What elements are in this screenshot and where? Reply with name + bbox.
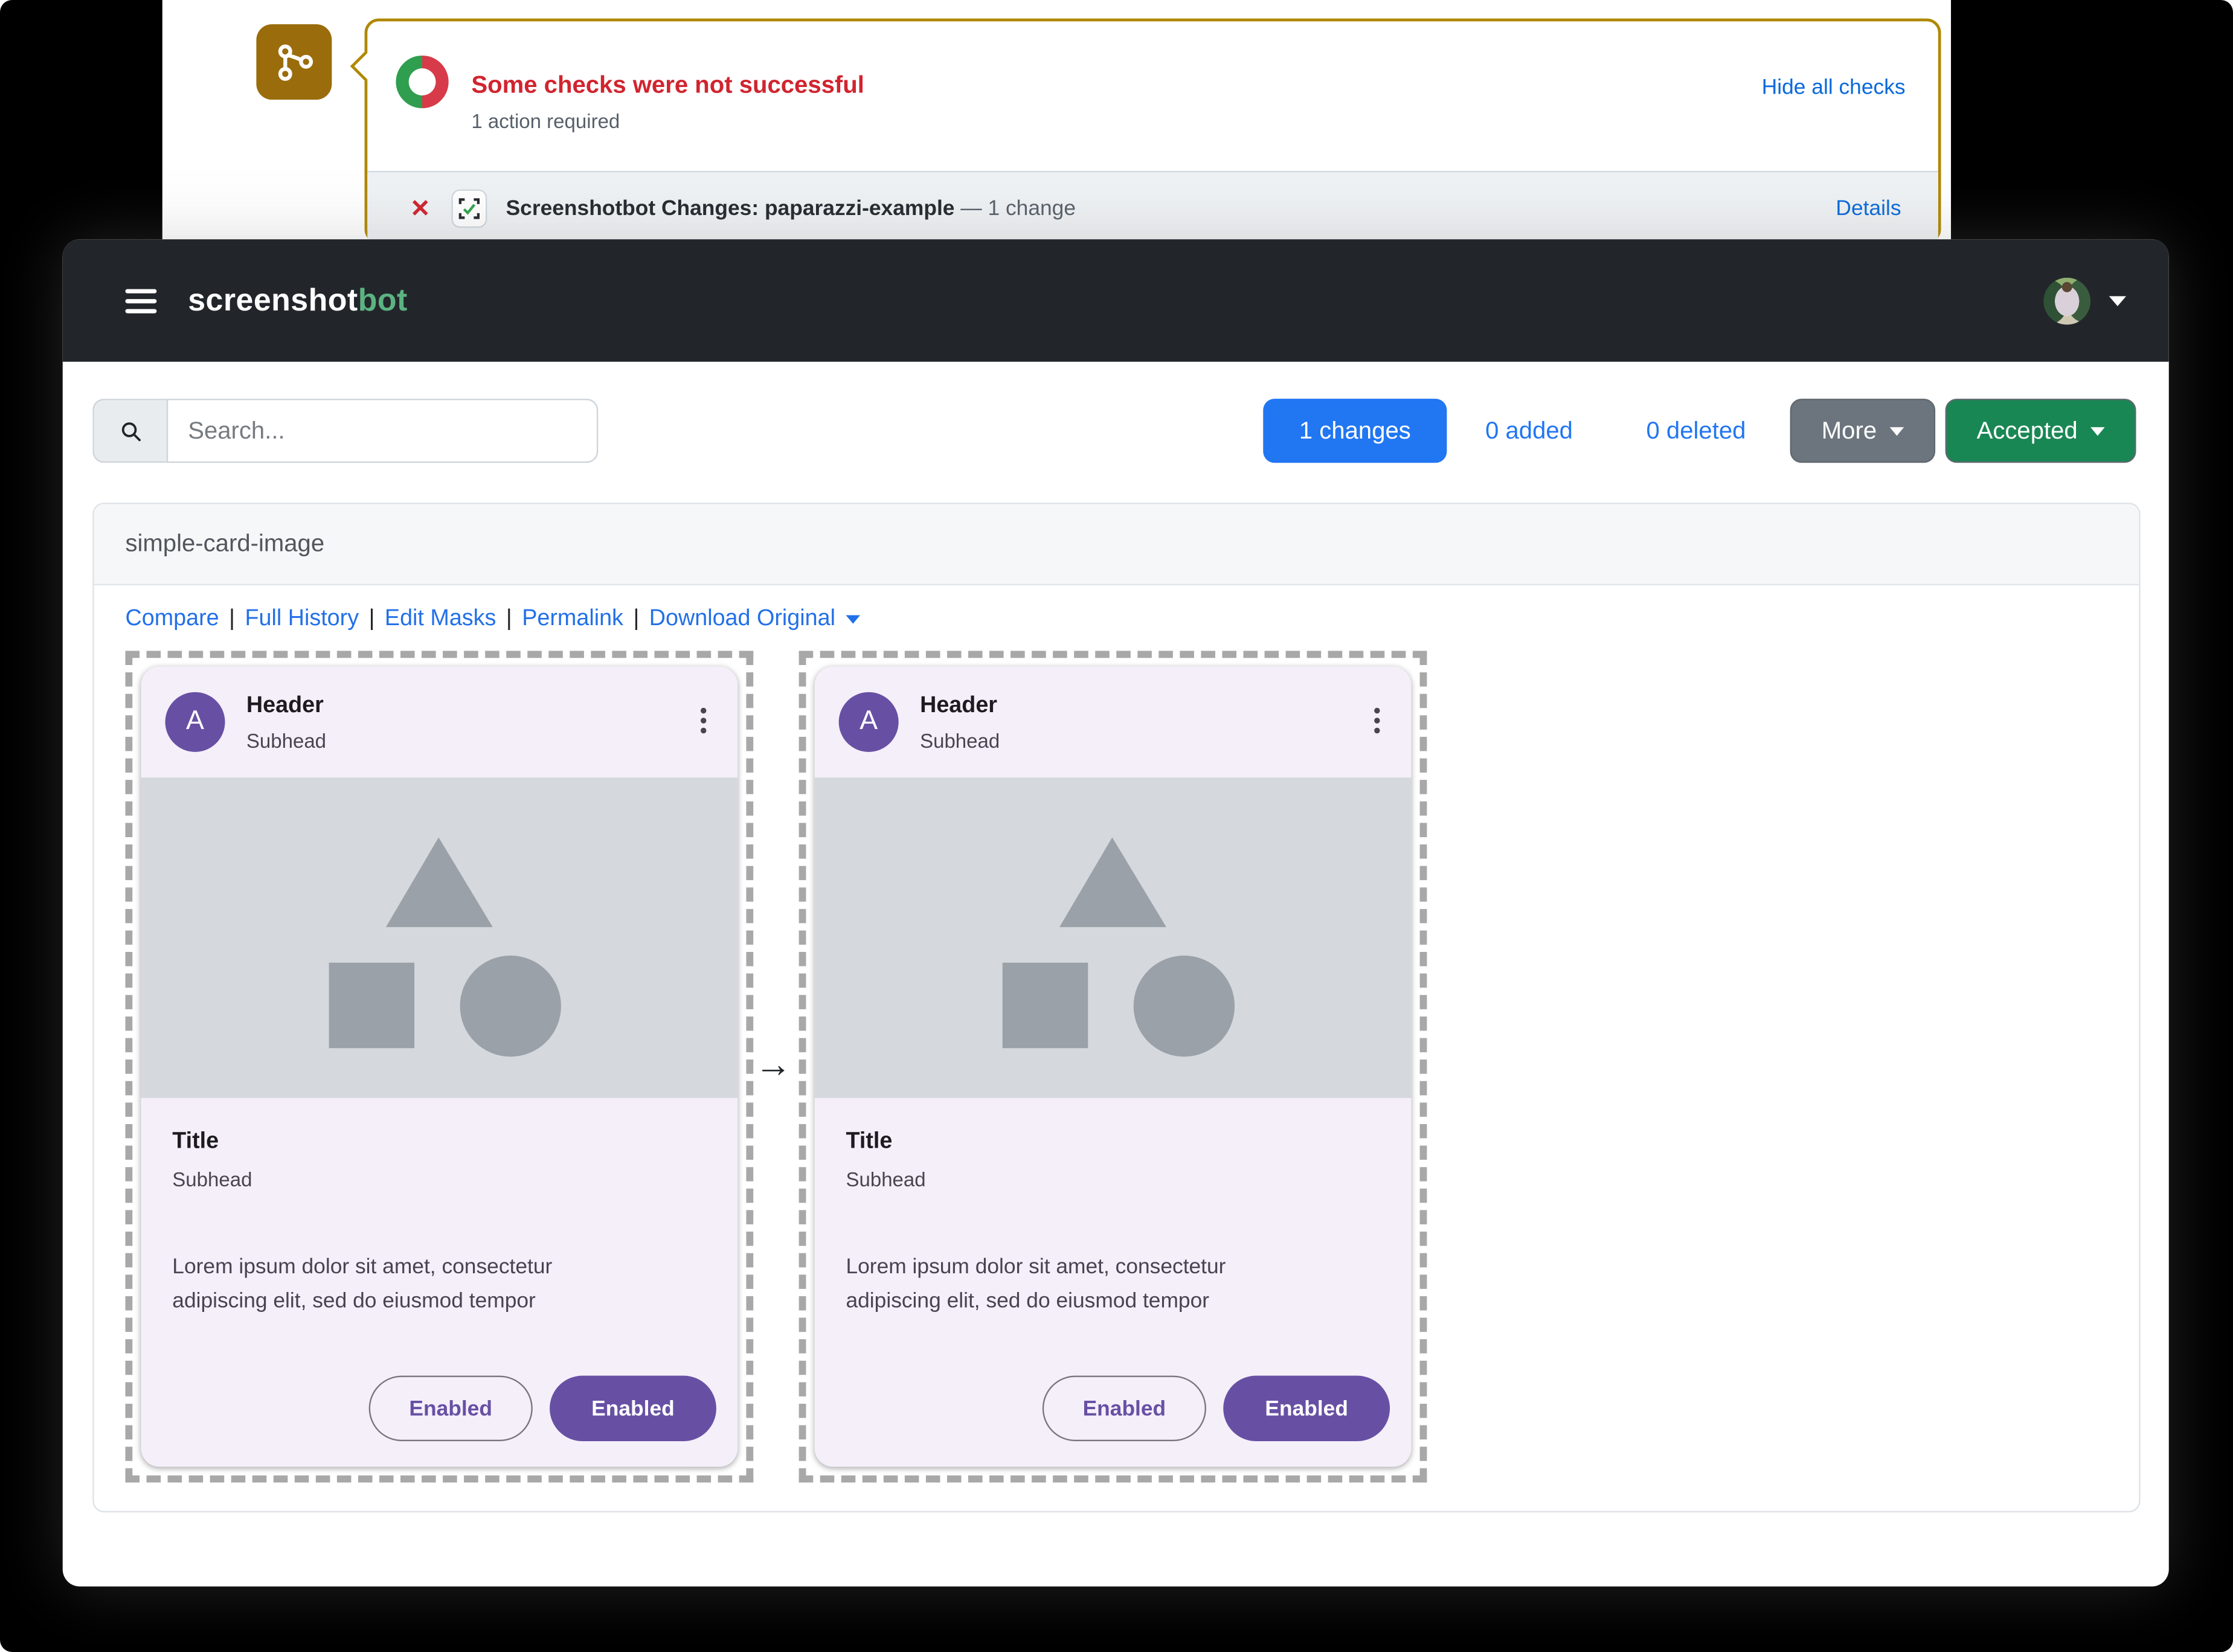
screenshot-enabled-button-outlined: Enabled [1042,1375,1206,1441]
body-line-2: adipiscing elit, sed do eiusmod tempor [846,1288,1210,1313]
screenshot-enabled-button-outlined: Enabled [368,1375,533,1441]
brand-logo[interactable]: screenshotbot [188,282,408,319]
download-original-link[interactable]: Download Original [649,606,835,632]
commit-status-app-icon [256,24,332,100]
user-menu[interactable] [2043,277,2127,324]
permalink-link[interactable]: Permalink [522,606,623,632]
hide-all-checks-link[interactable]: Hide all checks [1762,76,1906,100]
screenshot-canvas: Some checks were not successful 1 action… [0,0,2233,1652]
checks-status-title: Some checks were not successful [471,71,864,98]
report-links-row: Compare | Full History | Edit Masks | Pe… [125,606,860,632]
deleted-count-link[interactable]: 0 deleted [1647,399,1746,463]
card-body-text: Lorem ipsum dolor sit amet, consectetur a… [172,1250,670,1319]
card-header-subhead: Subhead [920,728,1000,751]
caret-down-icon [2090,426,2105,435]
card-header-title: Header [246,693,324,718]
separator: | [633,606,640,631]
github-checks-panel: Some checks were not successful 1 action… [350,18,1941,246]
toolbar: 1 changes 0 added 0 deleted More Accepte… [63,399,2169,463]
material-card: A Header Subhead Title Subhead Lorem ips… [141,666,738,1467]
body-line-2: adipiscing elit, sed do eiusmod tempor [172,1288,536,1313]
git-branch-icon [277,43,312,80]
brand-accent: bot [358,281,408,318]
screenshot-name-header: simple-card-image [94,504,2139,586]
caret-down-icon [845,615,860,624]
material-card: A Header Subhead Title Subhead Lorem ips… [814,666,1412,1467]
check-row-text: Screenshotbot Changes: paparazzi-example… [506,196,1076,220]
checks-status-subtitle: 1 action required [471,109,620,133]
screenshot-enabled-button-filled: Enabled [1223,1375,1390,1441]
card-avatar: A [165,692,225,752]
screenshot-enabled-button-filled: Enabled [550,1375,716,1441]
search-input[interactable] [166,399,599,463]
user-avatar[interactable] [2043,277,2091,324]
check-change-count: — 1 change [960,196,1076,221]
added-count-link[interactable]: 0 added [1485,399,1573,463]
check-failed-x-icon: ✕ [410,195,431,222]
separator: | [229,606,235,631]
screenshotbot-app-window: screenshotbot 1 changes 0 added 0 delete… [62,239,2169,1587]
stage: Some checks were not successful 1 action… [0,0,2233,1652]
screenshot-before-image[interactable]: A Header Subhead Title Subhead Lorem ips… [125,651,754,1483]
check-row: ✕ Screenshotbot Changes: paparazzi-examp… [367,170,1938,246]
details-link[interactable]: Details [1836,196,1901,220]
card-media-placeholder [141,777,738,1098]
card-title: Title [172,1129,219,1154]
caret-down-icon [1889,426,1904,435]
app-navbar: screenshotbot [62,239,2169,362]
card-avatar: A [838,692,899,752]
accepted-label: Accepted [1976,416,2078,444]
square-shape [1002,962,1088,1049]
card-header-row: A Header Subhead [141,666,737,777]
card-header-subhead: Subhead [246,728,327,751]
triangle-shape [385,837,493,927]
screenshot-check-glyph-icon [459,198,480,219]
hamburger-menu-icon[interactable] [125,283,157,318]
edit-masks-link[interactable]: Edit Masks [385,606,496,632]
card-header-text: Header Subhead [920,693,1000,751]
circle-shape [460,956,561,1057]
diff-arrow: → [754,1042,792,1085]
body-line-1: Lorem ipsum dolor sit amet, consectetur [846,1255,1226,1279]
triangle-shape [1059,837,1166,927]
more-dropdown-button[interactable]: More [1790,399,1936,463]
more-label: More [1821,416,1877,444]
check-name: Screenshotbot Changes: paparazzi-example [506,196,955,221]
card-header-text: Header Subhead [246,693,326,751]
kebab-menu-icon [700,704,707,738]
accepted-dropdown-button[interactable]: Accepted [1945,399,2136,463]
screenshot-after-image[interactable]: A Header Subhead Title Subhead Lorem ips… [798,651,1427,1483]
kebab-menu-icon [1374,704,1380,738]
body-line-1: Lorem ipsum dolor sit amet, consectetur [172,1255,553,1279]
full-history-link[interactable]: Full History [245,606,359,632]
card-header-title: Header [920,693,997,718]
search-addon [92,399,167,463]
square-shape [329,962,415,1049]
card-subhead: Subhead [846,1168,926,1191]
card-media-placeholder [814,777,1412,1098]
changes-count-button[interactable]: 1 changes [1263,399,1447,463]
chevron-down-icon[interactable] [2109,295,2127,306]
card-body-text: Lorem ipsum dolor sit amet, consectetur a… [846,1250,1344,1319]
separator: | [368,606,375,631]
card-header-row: A Header Subhead [815,666,1412,777]
separator: | [506,606,512,631]
search-icon [121,422,140,441]
circle-shape [1133,956,1235,1057]
checks-status-donut-icon [396,55,449,109]
search-group [92,399,599,463]
card-title: Title [846,1129,893,1154]
card-subhead: Subhead [172,1168,252,1191]
brand-primary: screenshot [188,281,358,318]
report-card: simple-card-image Compare | Full History… [92,503,2141,1512]
compare-link[interactable]: Compare [125,606,219,632]
screenshotbot-check-app-icon [451,189,487,228]
